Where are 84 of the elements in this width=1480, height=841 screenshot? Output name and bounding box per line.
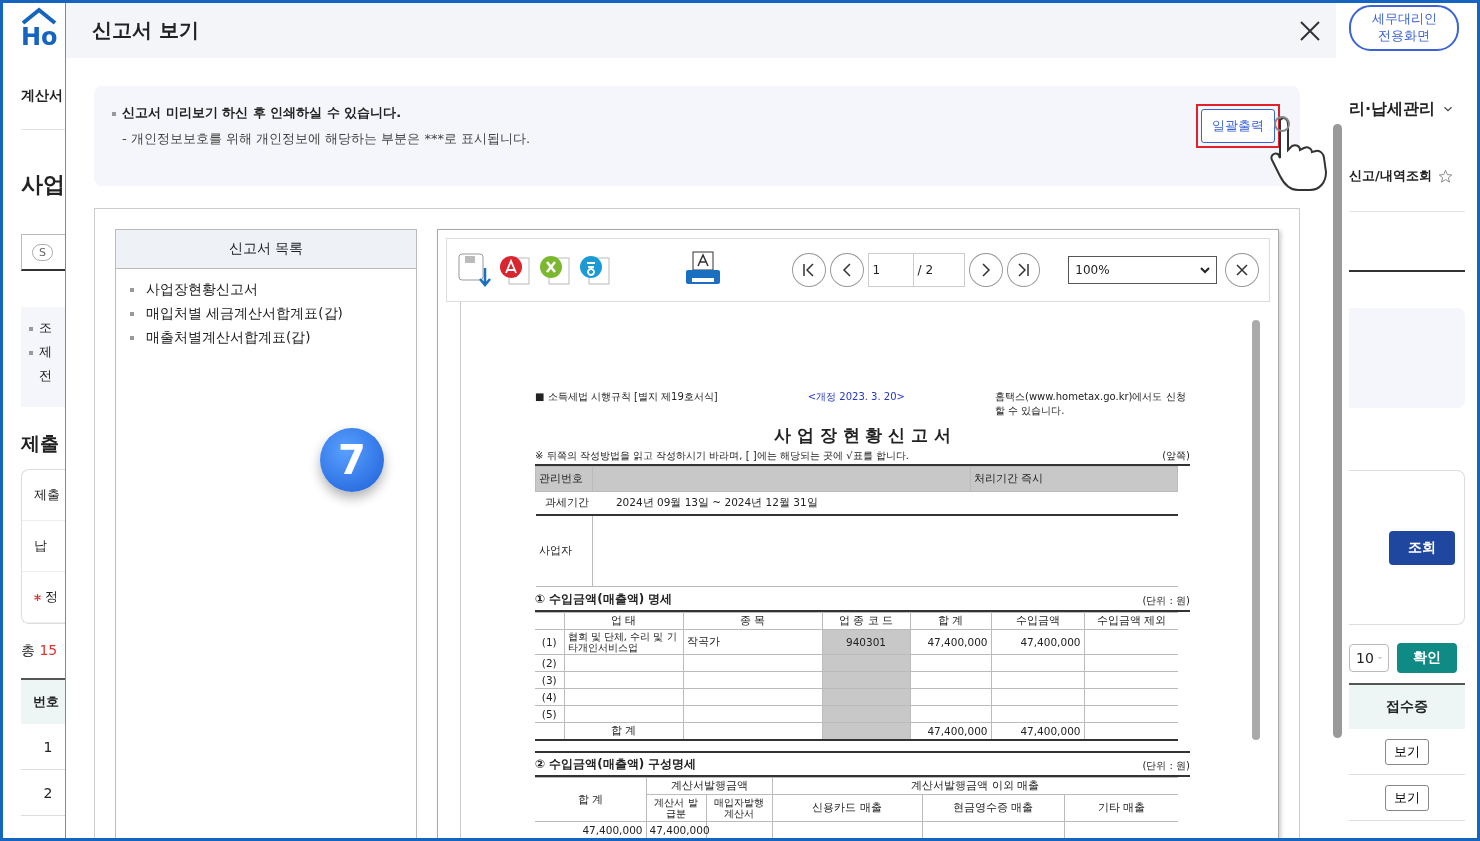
- page-side: (앞쪽): [1162, 449, 1190, 463]
- view-button[interactable]: 보기: [1385, 784, 1429, 811]
- table-cell: 관리번호: [535, 466, 593, 492]
- view-button[interactable]: 보기: [1385, 738, 1429, 765]
- column-header: 매입자발행 계산서: [706, 794, 772, 822]
- table-cell-text: 과세기간: [544, 496, 590, 508]
- breadcrumb[interactable]: 신고/내역조회: [1349, 167, 1432, 185]
- instruction-text: ※ 뒤쪽의 작성방법을 읽고 작성하시기 바라며, [ ]에는 해당되는 곳에 √표를 합니다.: [535, 449, 909, 463]
- next-page-button[interactable]: [968, 253, 1003, 287]
- column-header: 접수증: [1349, 683, 1465, 729]
- close-icon: [1235, 263, 1250, 277]
- unit-label: (단위 : 원): [1142, 594, 1190, 608]
- star-icon: [1437, 168, 1453, 184]
- column-header: 업 태: [564, 612, 683, 630]
- dialog-title: 신고서 보기: [92, 17, 199, 44]
- step-badge: 7: [320, 428, 384, 492]
- table-cell: 협회 및 단체, 수리 및 기타개인서비스업: [564, 629, 683, 655]
- first-page-icon: [800, 262, 817, 278]
- chevron-down-icon: [1200, 266, 1211, 274]
- notice-text: 전: [38, 367, 53, 385]
- list-item[interactable]: 매출처별계산서합계표(갑): [130, 329, 402, 347]
- column-header: 현금영수증 매출: [922, 794, 1064, 822]
- column-header: 계산서 발급분: [646, 794, 706, 822]
- list-item[interactable]: 매입처별 세금계산서합계표(갑): [130, 305, 402, 323]
- agent-screen-button[interactable]: 세무대리인 전용화면: [1349, 5, 1459, 51]
- column-header: 계산서발행금액: [646, 777, 772, 795]
- column-header: 종 목: [683, 612, 822, 630]
- menu-item[interactable]: 리·납세관리: [1349, 98, 1436, 120]
- column-header: 합 계: [535, 777, 646, 822]
- list-item[interactable]: 사업장현황신고서: [130, 281, 402, 299]
- required-icon: [34, 593, 41, 601]
- scrollbar[interactable]: [1252, 320, 1260, 740]
- table-cell: (5): [535, 705, 564, 723]
- table-cell: 47,400,000: [910, 629, 991, 655]
- save-icon[interactable]: [457, 252, 493, 288]
- scrollbar[interactable]: [1333, 124, 1342, 738]
- table-cell: 처리기간 즉시: [970, 466, 1178, 492]
- close-icon: [1298, 18, 1322, 43]
- confirm-button[interactable]: 확인: [1397, 643, 1457, 673]
- table-cell: (3): [535, 671, 564, 689]
- column-header: 신용카드 매출: [772, 794, 922, 822]
- online-note: 홈택스(www.hometax.go.kr)에서도 신청 할 수 있습니다.: [995, 390, 1187, 418]
- column-header: 수입금액 제외: [1084, 612, 1178, 630]
- section-heading: 제출: [21, 432, 59, 454]
- close-button[interactable]: [1298, 18, 1322, 43]
- document-title: 사 업 장 현 황 신 고 서: [773, 425, 952, 445]
- table-cell: (4): [535, 688, 564, 706]
- menu-item[interactable]: 계산서: [21, 87, 63, 103]
- list-header: 신고서 목록: [116, 230, 416, 269]
- print-all-button[interactable]: 일괄출력: [1201, 109, 1275, 143]
- notice-text: 신고서 미리보기 하신 후 인쇄하실 수 있습니다.: [112, 104, 531, 122]
- zoom-select[interactable]: 100%: [1068, 256, 1218, 284]
- table-cell: (1): [535, 629, 564, 655]
- unit-label: (단위 : 원): [1142, 759, 1190, 773]
- last-page-button[interactable]: [1006, 253, 1041, 287]
- column-header: 계산서발행금액 이외 매출: [772, 777, 1178, 795]
- search-button[interactable]: 조회: [1388, 530, 1455, 565]
- total-count: 총 15: [21, 642, 58, 658]
- page-size-select[interactable]: 10: [1349, 644, 1389, 672]
- column-header: 업 종 코 드: [822, 612, 910, 630]
- form-reference: ■ 소득세법 시행규칙 [별지 제19호서식]: [535, 390, 718, 404]
- logo-text: Ho: [21, 25, 58, 49]
- column-header: 합 계: [910, 612, 991, 630]
- notice-text: - 개인정보보호를 위해 개인정보에 해당하는 부분은 ***로 표시됩니다.: [121, 130, 531, 148]
- last-page-icon: [1015, 262, 1032, 278]
- table-cell: 사업자: [535, 515, 593, 587]
- notice-text: 제: [29, 343, 65, 361]
- chevron-down-icon: [1377, 655, 1382, 661]
- notice-text: 조: [29, 319, 65, 337]
- section-title: ① 수입금액(매출액) 명세: [535, 591, 673, 608]
- section-title: ② 수입금액(매출액) 구성명세: [535, 756, 697, 773]
- page-field[interactable]: 1 / 2: [867, 253, 965, 287]
- table-cell: 940301: [822, 629, 910, 655]
- page-heading: 사업: [21, 172, 65, 197]
- revision-date: <개정 2023. 3. 20>: [807, 390, 905, 404]
- first-page-button[interactable]: [792, 253, 826, 287]
- table-cell: 2024년 09월 13일 ~ 2024년 12월 31일: [615, 496, 818, 508]
- close-viewer-button[interactable]: [1225, 253, 1259, 287]
- table-cell: 47,400,000: [991, 629, 1084, 655]
- column-header: 번호: [21, 678, 65, 724]
- table-cell: (2): [535, 654, 564, 672]
- table-cell: 작곡가: [683, 629, 822, 655]
- previous-page-button[interactable]: [829, 253, 864, 287]
- column-header: 수입금액: [991, 612, 1084, 630]
